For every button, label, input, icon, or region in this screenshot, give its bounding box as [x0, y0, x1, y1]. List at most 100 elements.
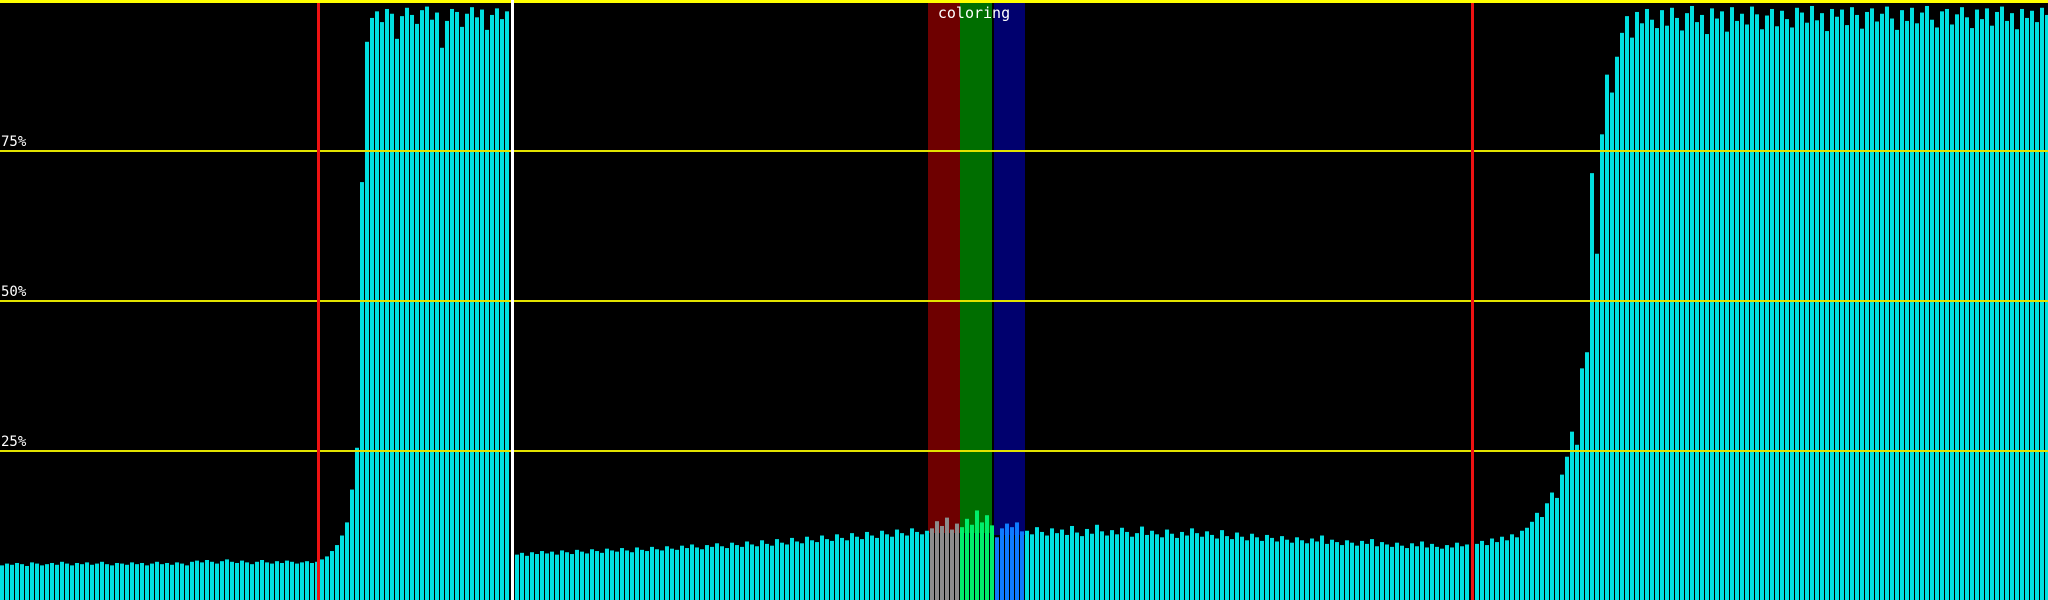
histogram-bar: [370, 18, 374, 600]
histogram-bar: [955, 524, 959, 600]
histogram-bar: [570, 554, 574, 600]
histogram-bar: [80, 564, 84, 600]
histogram-bar: [1455, 543, 1459, 600]
histogram-bar: [305, 561, 309, 600]
histogram-bar: [505, 11, 509, 600]
histogram-bar: [220, 561, 224, 600]
histogram-bar: [355, 448, 359, 600]
histogram-bar: [1930, 20, 1934, 600]
histogram-bar: [875, 538, 879, 600]
histogram-bar: [1320, 536, 1324, 600]
histogram-bar: [1290, 543, 1294, 600]
histogram-bar: [1230, 539, 1234, 600]
histogram-bar: [1465, 544, 1469, 600]
histogram-bar: [650, 547, 654, 600]
histogram-bar: [1170, 534, 1174, 600]
histogram-bar: [615, 552, 619, 600]
histogram-bar: [260, 560, 264, 600]
histogram-bar: [435, 13, 439, 600]
histogram-bar: [330, 551, 334, 600]
histogram-bar: [1460, 546, 1464, 600]
histogram-bar: [1705, 34, 1709, 600]
histogram-bar: [1305, 543, 1309, 600]
histogram-bar: [1580, 368, 1584, 600]
histogram-bar: [1425, 547, 1429, 600]
histogram-bar: [375, 11, 379, 600]
histogram-bar: [175, 562, 179, 600]
histogram-bar: [1835, 17, 1839, 600]
histogram-bar: [1685, 13, 1689, 600]
histogram-bar: [1180, 532, 1184, 600]
histogram-bar: [1870, 8, 1874, 600]
histogram-bar: [775, 539, 779, 600]
histogram-bar: [735, 545, 739, 600]
histogram-bar: [780, 543, 784, 600]
histogram-bar: [1765, 16, 1769, 600]
histogram-bar: [1345, 540, 1349, 600]
histogram-bar: [1215, 539, 1219, 600]
histogram-bar: [1850, 7, 1854, 600]
histogram-bar: [765, 544, 769, 600]
histogram-bar: [390, 14, 394, 600]
histogram-bar: [350, 490, 354, 600]
histogram-bar: [1020, 531, 1024, 600]
histogram-bar: [1665, 26, 1669, 600]
histogram-bar: [560, 550, 564, 600]
histogram-bar: [790, 538, 794, 600]
histogram-bar: [1965, 17, 1969, 600]
histogram-bar: [1865, 12, 1869, 600]
histogram-bar: [275, 561, 279, 600]
histogram-bar: [1160, 537, 1164, 600]
histogram-bar: [1770, 9, 1774, 600]
histogram-bar: [1885, 7, 1889, 600]
histogram-bar: [1255, 537, 1259, 600]
y-axis-label-75: 75%: [1, 135, 26, 149]
histogram-bar: [890, 537, 894, 600]
histogram-bar: [1565, 457, 1569, 600]
histogram-bar: [1200, 537, 1204, 600]
histogram-bar: [280, 563, 284, 600]
histogram-bar: [1210, 535, 1214, 600]
histogram-bar: [990, 525, 994, 600]
gridline-50: [0, 300, 2048, 302]
histogram-bar: [1725, 32, 1729, 600]
histogram-bar: [110, 565, 114, 600]
histogram-bar: [550, 552, 554, 600]
histogram-bar: [1010, 527, 1014, 600]
histogram-bar: [1090, 534, 1094, 600]
histogram-bar: [1275, 541, 1279, 600]
histogram-bar: [880, 531, 884, 600]
histogram-bar: [120, 564, 124, 600]
histogram-bar: [365, 42, 369, 600]
histogram-bar: [215, 564, 219, 600]
histogram-bar: [1655, 28, 1659, 600]
histogram-bar: [670, 549, 674, 600]
histogram-bar: [860, 539, 864, 600]
histogram-bar: [1250, 534, 1254, 600]
histogram-bar: [1185, 536, 1189, 600]
histogram-bar: [310, 563, 314, 600]
histogram-bar: [100, 562, 104, 600]
histogram-bar: [1120, 528, 1124, 600]
histogram-bar: [320, 559, 324, 600]
histogram-bar: [1710, 8, 1714, 600]
histogram-bar: [2040, 8, 2044, 600]
histogram-bar: [430, 20, 434, 600]
histogram-bar: [1295, 537, 1299, 600]
histogram-bar: [1475, 544, 1479, 600]
histogram-bar: [555, 555, 559, 600]
histogram-bar: [1810, 6, 1814, 600]
histogram-bar: [1240, 537, 1244, 600]
histogram-bar: [445, 21, 449, 600]
histogram-bar: [300, 562, 304, 600]
histogram-bar: [85, 562, 89, 600]
histogram-bar: [1265, 535, 1269, 600]
histogram-bar: [470, 7, 474, 600]
histogram-bar: [1750, 7, 1754, 600]
histogram-chart: [0, 0, 2048, 600]
histogram-bar: [1500, 537, 1504, 600]
histogram-bar: [1450, 547, 1454, 600]
histogram-bar: [830, 541, 834, 600]
histogram-bar: [1315, 541, 1319, 600]
histogram-bar: [645, 551, 649, 600]
